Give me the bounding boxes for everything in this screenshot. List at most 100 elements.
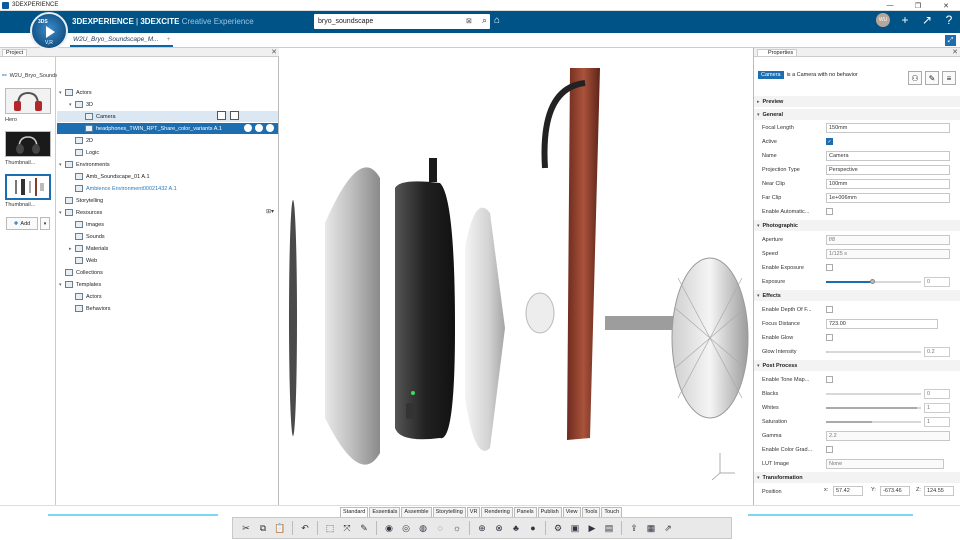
tree-item[interactable]: Sounds [69,231,105,242]
table-icon[interactable]: ▦ [644,521,658,535]
light-icon[interactable]: ☼ [450,521,464,535]
close-button[interactable]: ✕ [932,0,960,11]
transform-icon[interactable]: ⤧ [340,521,354,535]
tab-touch[interactable]: Touch [601,507,623,517]
focal-length-field[interactable]: 150mm [826,123,950,133]
tag-icon[interactable]: ⌂ [494,15,500,26]
section-preview[interactable]: ▸ Preview [754,96,960,107]
3d-viewport[interactable] [280,48,753,505]
thumbnail-hero[interactable] [5,88,51,114]
tab-vr[interactable]: VR [466,507,481,517]
tree-item[interactable]: Collections [59,267,103,278]
section-general[interactable]: ▾ General [754,109,960,120]
edit-icon[interactable]: ✎ [925,71,939,85]
position-y-field[interactable]: -673.46 [880,486,910,496]
focus-distance-field[interactable]: 723.00 [826,319,938,329]
tree-item[interactable]: ▾ Resources [59,207,102,218]
section-transformation[interactable]: ▾ Transformation [754,472,960,483]
tree-item[interactable]: Storytelling [59,195,103,206]
help-icon[interactable]: ? [942,13,956,27]
tree-item[interactable]: Web [69,255,97,266]
search-input[interactable]: bryo_soundscape ⊠ ⌕ [314,14,490,29]
sphere-icon[interactable]: ● [526,521,540,535]
enable-tone-checkbox[interactable] [826,376,833,383]
section-photographic[interactable]: ▾ Photographic [754,220,960,231]
object-chip[interactable]: Camera [758,71,784,79]
gear-icon[interactable]: ⚙ [551,521,565,535]
aperture-select[interactable]: f/8 [826,235,950,245]
glow-slider[interactable] [826,351,921,353]
far-clip-field[interactable]: 1e+006mm [826,193,950,203]
add-button[interactable]: ✚ Add [6,217,38,230]
tree-icon[interactable]: ♣ [509,521,523,535]
add-icon[interactable]: + [898,13,912,27]
new-tab-button[interactable]: + [167,36,171,43]
material-icon[interactable]: ◎ [399,521,413,535]
speed-select[interactable]: 1/125 s [826,249,950,259]
restore-button[interactable]: ❐ [904,0,932,11]
thumbnail-exploded[interactable] [5,174,51,200]
scene-icon[interactable]: ◌ [433,521,447,535]
lut-image-select[interactable]: None [826,459,944,469]
camera-view-icon[interactable] [217,111,226,120]
gamma-field[interactable]: 2.2 [826,431,950,441]
tree-item[interactable]: ▾ Actors [59,87,92,98]
exposure-slider[interactable] [826,279,921,284]
add-behavior-icon[interactable]: ⚇ [908,71,922,85]
minimize-button[interactable]: — [876,0,904,11]
media-icon[interactable]: ▶ [585,521,599,535]
check-icon[interactable] [266,124,274,132]
tab-assemble[interactable]: Assemble [401,507,432,517]
tab-panels[interactable]: Panels [513,507,537,517]
glow-value[interactable]: 0.2 [924,347,950,357]
menu-icon[interactable]: ≡ [942,71,956,85]
tab-essentials[interactable]: Essentials [369,507,401,517]
film-icon[interactable]: ▤ [602,521,616,535]
saturation-slider[interactable] [826,421,921,423]
enable-exposure-checkbox[interactable] [826,264,833,271]
close-panel-icon[interactable]: ✕ [271,48,277,56]
tree-item[interactable]: Amb_Soundscape_01 A.1 [69,171,150,182]
enable-auto-checkbox[interactable] [826,208,833,215]
tab-publish[interactable]: Publish [537,507,562,517]
camera-icon[interactable]: ▣ [568,521,582,535]
tab-project[interactable]: Project [2,49,28,57]
blacks-slider[interactable] [826,393,921,395]
tree-item[interactable]: Images [69,219,104,230]
export-icon[interactable]: ⇗ [661,521,675,535]
tree-item[interactable]: Logic [69,147,99,158]
visibility-icon[interactable] [244,124,252,132]
whites-slider[interactable] [826,407,921,409]
tree-item[interactable]: headphones_TWIN_RPT_Share_color_variants… [57,123,278,134]
add-dropdown-button[interactable]: ▾ [40,217,50,230]
camera-edit-icon[interactable] [230,111,239,120]
tab-properties[interactable]: Properties [757,49,798,57]
tree-item[interactable]: ▾ Environments [59,159,110,170]
near-clip-field[interactable]: 100mm [826,179,950,189]
close-properties-icon[interactable]: ✕ [952,48,958,56]
select-icon[interactable]: ⬚ [323,521,337,535]
fullscreen-icon[interactable]: ⤢ [945,35,956,46]
position-x-field[interactable]: 57.42 [833,486,863,496]
enable-dof-checkbox[interactable] [826,306,833,313]
tree-item[interactable]: ▾ 3D [69,99,93,110]
blacks-value[interactable]: 0 [924,389,950,399]
user-avatar[interactable]: WU [876,13,890,27]
compass-icon[interactable]: 3DS V,R [30,12,68,50]
tab-standard[interactable]: Standard [340,507,369,517]
globe-alt-icon[interactable]: ⊗ [492,521,506,535]
globe-icon[interactable]: ⊕ [475,521,489,535]
paste-icon[interactable]: 📋 [273,521,287,535]
clear-search-icon[interactable]: ⊠ [466,17,474,25]
tab-storytelling[interactable]: Storytelling [432,507,466,517]
scissors-icon[interactable]: ✂ [239,521,253,535]
tree-item[interactable]: ▸ Materials [69,243,108,254]
render-icon[interactable]: ◉ [382,521,396,535]
thumbnail-dark[interactable] [5,131,51,157]
tab-active-document[interactable]: W2U_Bryo_Soundscape_M... + [70,34,174,47]
tab-tools[interactable]: Tools [581,507,601,517]
enable-glow-checkbox[interactable] [826,334,833,341]
name-field[interactable]: Camera [826,151,950,161]
undo-icon[interactable]: ↶ [298,521,312,535]
environment-icon[interactable]: ◍ [416,521,430,535]
